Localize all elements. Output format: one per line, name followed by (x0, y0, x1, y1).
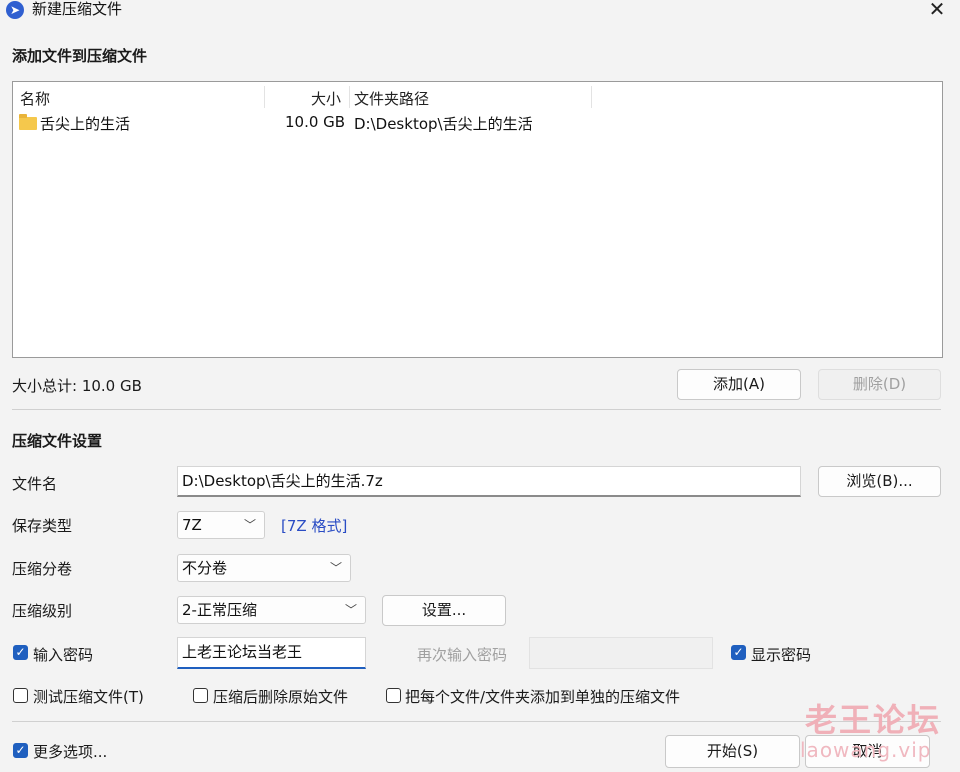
column-header-path[interactable]: 文件夹路径 (354, 88, 429, 109)
checkmark-icon: ✓ (15, 743, 26, 757)
browse-button[interactable]: 浏览(B)... (818, 466, 941, 497)
file-list[interactable]: 名称 大小 文件夹路径 舌尖上的生活 10.0 GB D:\Desktop\舌尖… (12, 81, 943, 358)
column-separator[interactable] (591, 86, 592, 108)
show-password-checkbox[interactable]: ✓ (731, 645, 746, 660)
checkmark-icon: ✓ (733, 645, 744, 659)
test-archive-label[interactable]: 测试压缩文件(T) (33, 686, 144, 707)
volume-select[interactable]: 不分卷 ﹀ (177, 554, 351, 582)
delete-button[interactable]: 删除(D) (818, 369, 941, 400)
close-icon[interactable]: ✕ (926, 0, 948, 20)
list-item-size: 10.0 GB (285, 113, 346, 131)
window-title: 新建压缩文件 (32, 0, 123, 18)
file-name: 舌尖上的生活 (40, 115, 131, 133)
folder-icon (19, 114, 37, 130)
more-options-checkbox[interactable]: ✓ (13, 743, 28, 758)
save-type-value: 7Z (182, 516, 202, 534)
total-size: 大小总计: 10.0 GB (12, 377, 142, 395)
checkmark-icon: ✓ (15, 645, 26, 659)
separate-archives-label[interactable]: 把每个文件/文件夹添加到单独的压缩文件 (405, 686, 680, 707)
separate-archives-checkbox[interactable] (386, 688, 401, 703)
watermark-url: laowang.vip (800, 738, 932, 762)
column-separator[interactable] (349, 86, 350, 108)
settings-section-title: 压缩文件设置 (12, 432, 103, 450)
chevron-down-icon: ﹀ (243, 518, 256, 532)
level-label: 压缩级别 (12, 602, 73, 620)
filename-input[interactable]: D:\Desktop\舌尖上的生活.7z (177, 466, 801, 497)
title-bar: ➤ 新建压缩文件 ✕ (0, 0, 960, 22)
list-item-path: D:\Desktop\舌尖上的生活 (354, 115, 533, 133)
chevron-down-icon: ﹀ (329, 561, 342, 575)
list-item-name[interactable]: 舌尖上的生活 (19, 113, 130, 134)
delete-after-label[interactable]: 压缩后删除原始文件 (213, 686, 348, 707)
volume-value: 不分卷 (182, 559, 228, 577)
chevron-down-icon: ﹀ (344, 603, 357, 617)
column-header-name[interactable]: 名称 (20, 88, 50, 109)
level-select[interactable]: 2-正常压缩 ﹀ (177, 596, 366, 624)
footer-divider (12, 721, 941, 722)
save-type-label: 保存类型 (12, 517, 73, 535)
add-button[interactable]: 添加(A) (677, 369, 801, 400)
save-type-select[interactable]: 7Z ﹀ (177, 511, 265, 539)
test-archive-checkbox[interactable] (13, 688, 28, 703)
add-section-title: 添加文件到压缩文件 (12, 47, 148, 65)
section-divider (12, 409, 941, 410)
app-logo-icon: ➤ (6, 1, 24, 19)
level-value: 2-正常压缩 (182, 601, 257, 619)
volume-label: 压缩分卷 (12, 560, 73, 578)
password-checkbox[interactable]: ✓ (13, 645, 28, 660)
column-separator[interactable] (264, 86, 265, 108)
watermark-text: 老王论坛 (805, 701, 942, 739)
password-repeat-label: 再次输入密码 (417, 646, 508, 664)
more-options-label[interactable]: 更多选项... (33, 741, 107, 762)
password-checkbox-label[interactable]: 输入密码 (33, 644, 93, 665)
filename-label: 文件名 (12, 475, 58, 493)
show-password-label[interactable]: 显示密码 (751, 644, 811, 665)
delete-after-checkbox[interactable] (193, 688, 208, 703)
password-repeat-input[interactable] (529, 637, 713, 669)
password-input[interactable]: 上老王论坛当老王 (177, 637, 366, 669)
start-button[interactable]: 开始(S) (665, 735, 800, 768)
format-link[interactable]: [7Z 格式] (281, 515, 347, 536)
level-settings-button[interactable]: 设置... (382, 595, 506, 626)
column-header-size[interactable]: 大小 (311, 88, 341, 109)
